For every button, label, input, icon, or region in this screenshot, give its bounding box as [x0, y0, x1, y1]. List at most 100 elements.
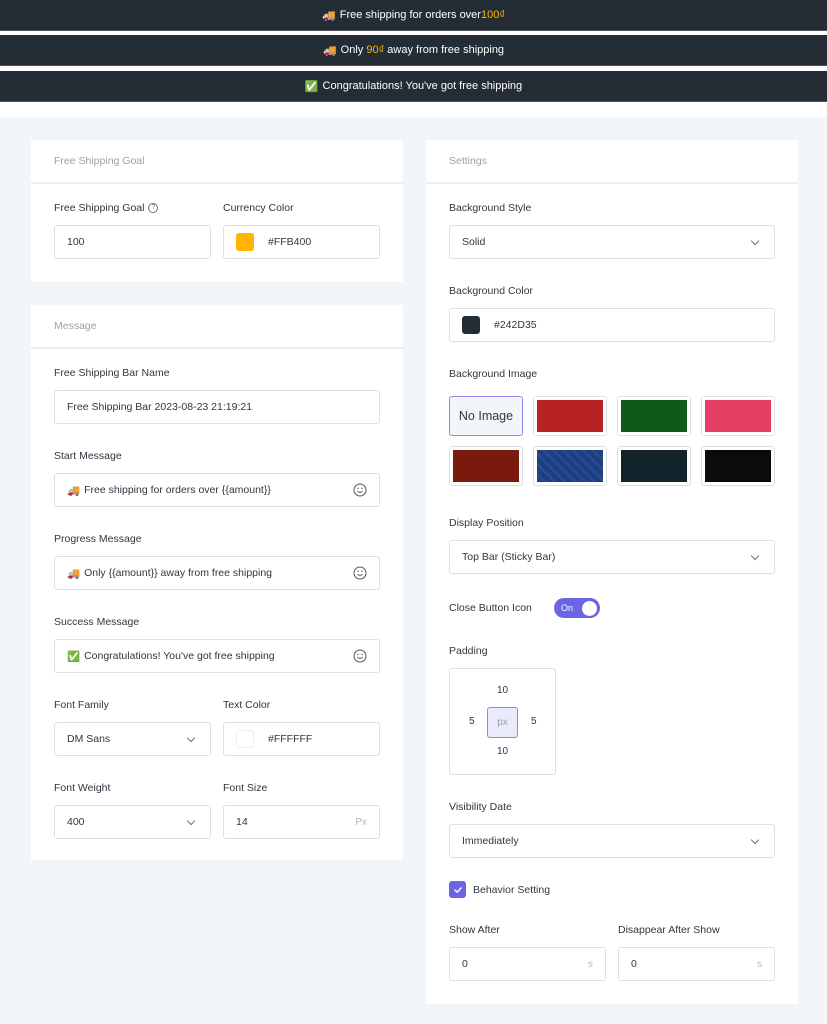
padding-left[interactable]: 5 — [469, 716, 475, 727]
goal-input-value: 100 — [67, 236, 85, 248]
preview-progress-suffix: away from free shipping — [384, 44, 505, 56]
behavior-checkbox[interactable] — [449, 881, 466, 898]
bar-name-input[interactable]: Free Shipping Bar 2023-08-23 21:19:21 — [54, 390, 380, 424]
truck-icon: 🚚 — [322, 44, 337, 57]
font-family-select[interactable]: DM Sans — [54, 722, 211, 756]
bg-image-option-blue-diamonds[interactable] — [533, 446, 607, 486]
chevron-down-icon — [186, 733, 196, 742]
start-message-label: Start Message — [54, 450, 122, 462]
display-position-select[interactable]: Top Bar (Sticky Bar) — [449, 540, 775, 574]
display-position-label: Display Position — [449, 517, 524, 529]
font-family-value: DM Sans — [67, 733, 111, 745]
help-icon[interactable]: ? — [148, 203, 159, 214]
show-after-label: Show After — [449, 924, 500, 936]
bg-image-option-red-christmas[interactable] — [533, 396, 607, 436]
settings-card: Settings Background Style Solid Backgrou… — [426, 140, 798, 1004]
bg-image-option-dark-feathers[interactable] — [617, 446, 691, 486]
padding-top[interactable]: 10 — [497, 685, 508, 696]
no-image-label: No Image — [458, 409, 514, 423]
emoji-picker-icon[interactable] — [353, 649, 367, 663]
bg-image-option-dark-red-christmas[interactable] — [449, 446, 523, 486]
progress-message-input[interactable]: 🚚 Only {{amount}} away from free shippin… — [54, 556, 380, 590]
font-size-input[interactable]: 14 Px — [223, 805, 380, 839]
preview-success-text: Congratulations! You've got free shippin… — [322, 80, 523, 92]
success-message-value: Congratulations! You've got free shippin… — [84, 650, 275, 662]
bg-image-option-green-christmas[interactable] — [617, 396, 691, 436]
show-after-unit: s — [588, 958, 593, 970]
bg-image-thumbnail — [537, 400, 603, 432]
settings-card-title: Settings — [426, 140, 798, 184]
chevron-down-icon — [750, 551, 760, 560]
preview-success-bar: ✅ Congratulations! You've got free shipp… — [0, 71, 827, 102]
preview-progress-text: Only — [340, 44, 364, 56]
text-color-swatch[interactable] — [236, 730, 254, 748]
font-weight-select[interactable]: 400 — [54, 805, 211, 839]
bar-name-value: Free Shipping Bar 2023-08-23 21:19:21 — [67, 401, 253, 413]
progress-message-value: Only {{amount}} away from free shipping — [84, 567, 273, 579]
preview-start-amount: 100₫ — [480, 9, 505, 21]
bg-image-thumbnail — [537, 450, 603, 482]
bg-image-option-none[interactable]: No Image — [449, 396, 523, 436]
goal-label-text: Free Shipping Goal — [54, 202, 145, 214]
start-message-value: Free shipping for orders over {{amount}} — [84, 484, 271, 496]
toggle-knob — [582, 600, 597, 616]
padding-bottom[interactable]: 10 — [497, 746, 508, 757]
show-after-input[interactable]: 0 s — [449, 947, 606, 981]
currency-color-label: Currency Color — [223, 202, 294, 214]
disappear-input[interactable]: 0 s — [618, 947, 775, 981]
emoji-picker-icon[interactable] — [353, 483, 367, 497]
bg-color-input[interactable]: #242D35 — [449, 308, 775, 342]
preview-start-text: Free shipping for orders over — [339, 9, 481, 21]
currency-color-swatch[interactable] — [236, 233, 254, 251]
bg-style-select[interactable]: Solid — [449, 225, 775, 259]
chevron-down-icon — [750, 236, 760, 245]
success-message-input[interactable]: ✅ Congratulations! You've got free shipp… — [54, 639, 380, 673]
success-message-label: Success Message — [54, 616, 140, 628]
currency-color-value: #FFB400 — [268, 236, 312, 248]
bg-style-label: Background Style — [449, 202, 532, 214]
truck-icon: 🚚 — [67, 567, 81, 580]
truck-icon: 🚚 — [67, 484, 81, 497]
check-mark-icon: ✅ — [67, 650, 81, 663]
font-size-unit: Px — [355, 816, 367, 828]
close-button-toggle[interactable]: On — [554, 598, 600, 618]
goal-card-title: Free Shipping Goal — [31, 140, 403, 184]
bg-image-thumbnail — [453, 450, 519, 482]
goal-input[interactable]: 100 — [54, 225, 211, 259]
toggle-state: On — [561, 603, 574, 613]
bg-image-thumbnail — [621, 450, 687, 482]
text-color-input[interactable]: #FFFFFF — [223, 722, 380, 756]
disappear-value: 0 — [631, 958, 637, 970]
message-card: Message Free Shipping Bar Name Free Ship… — [31, 305, 403, 860]
check-icon — [453, 886, 462, 893]
bg-image-option-pink-hearts[interactable] — [701, 396, 775, 436]
bg-color-label: Background Color — [449, 285, 534, 297]
preview-progress-bar: 🚚 Only 90₫ away from free shipping — [0, 35, 827, 66]
padding-right[interactable]: 5 — [531, 716, 537, 727]
bg-image-thumbnail — [621, 400, 687, 432]
padding-unit: px — [487, 707, 518, 738]
bg-image-label: Background Image — [449, 368, 538, 380]
visibility-select[interactable]: Immediately — [449, 824, 775, 858]
bg-image-thumbnail — [705, 400, 771, 432]
show-after-value: 0 — [462, 958, 468, 970]
truck-icon: 🚚 — [322, 9, 336, 22]
emoji-picker-icon[interactable] — [353, 566, 367, 580]
goal-label: Free Shipping Goal? — [54, 202, 159, 214]
disappear-unit: s — [757, 958, 762, 970]
currency-color-input[interactable]: #FFB400 — [223, 225, 380, 259]
text-color-value: #FFFFFF — [268, 733, 313, 745]
goal-card: Free Shipping Goal Free Shipping Goal? 1… — [31, 140, 403, 282]
behavior-label: Behavior Setting — [473, 884, 551, 896]
chevron-down-icon — [186, 816, 196, 825]
preview-progress-amount: 90₫ — [366, 44, 385, 56]
bg-color-swatch[interactable] — [462, 316, 480, 334]
chevron-down-icon — [750, 835, 760, 844]
bg-style-value: Solid — [462, 236, 486, 248]
bg-image-option-black-pattern[interactable] — [701, 446, 775, 486]
preview-start-bar: 🚚 Free shipping for orders over 100₫ — [0, 0, 827, 31]
bg-image-thumbnail — [705, 450, 771, 482]
start-message-input[interactable]: 🚚 Free shipping for orders over {{amount… — [54, 473, 380, 507]
close-button-label: Close Button Icon — [449, 602, 532, 614]
message-card-title: Message — [31, 305, 403, 349]
